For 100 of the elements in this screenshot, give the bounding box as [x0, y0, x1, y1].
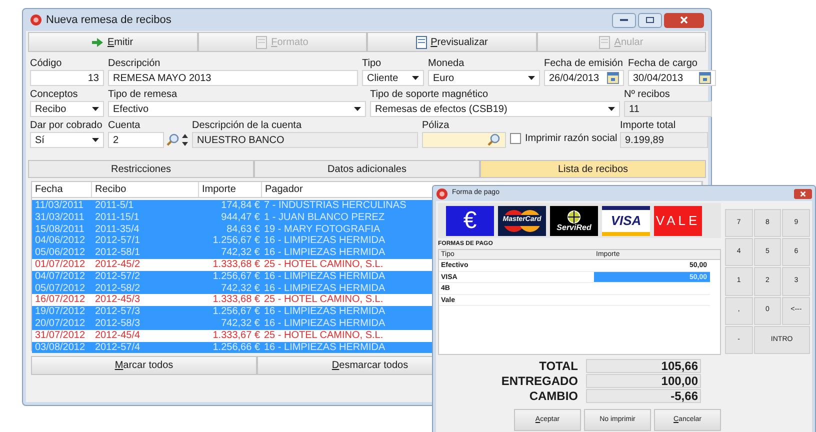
table-cell-text: 16 - LIMPIEZAS HERMIDA: [263, 306, 386, 318]
spin-arrows-icon[interactable]: [182, 133, 188, 147]
total-label: CAMBIO: [528, 388, 579, 405]
field-label: Dar por cobrado: [30, 120, 104, 132]
dropdown-arrow-icon[interactable]: [412, 76, 419, 80]
table-cell-text: 2012-57/3: [94, 306, 142, 318]
field-label: Descripción de la cuenta: [192, 120, 303, 132]
table-cell-text: 2012-45/3: [94, 294, 142, 306]
field-label: Fecha de cargo: [628, 58, 698, 70]
document-icon: [256, 36, 268, 48]
minimize-button[interactable]: [612, 12, 636, 28]
table-cell-text: 05/06/2012: [34, 247, 86, 259]
table-cell-text: 1.333,68 €: [212, 258, 261, 271]
close-icon: [800, 190, 806, 196]
table-cell-text: 16 - LIMPIEZAS HERMIDA: [263, 282, 386, 294]
payment-method-button[interactable]: VALE: [654, 206, 702, 236]
dropdown-field[interactable]: Sí: [30, 132, 104, 148]
total-value: 100,00: [586, 374, 701, 388]
field-label: Fecha de emisión: [544, 58, 624, 70]
close-button[interactable]: [794, 188, 812, 198]
readonly-field: NUESTRO BANCO: [192, 132, 418, 148]
table-cell-text: 7 - INDUSTRIAS HERCULINAS: [263, 200, 408, 212]
table-cell-text: 1 - JUAN BLANCO PEREZ: [263, 212, 386, 224]
column-header[interactable]: Fecha: [32, 182, 92, 197]
checkbox-label: Imprimir razón social: [525, 132, 618, 146]
code-field[interactable]: 13: [30, 70, 104, 86]
calendar-icon[interactable]: [699, 72, 711, 84]
date-field[interactable]: 26/04/2013: [544, 70, 624, 86]
dropdown-arrow-icon[interactable]: [354, 107, 361, 111]
app-icon: [30, 14, 42, 26]
table-cell-text: 16 - LIMPIEZAS HERMIDA: [263, 270, 386, 283]
field-label: Conceptos: [30, 89, 79, 101]
table-cell-text: 16 - LIMPIEZAS HERMIDA: [263, 247, 386, 259]
table-cell-text: 20/07/2012: [34, 318, 86, 330]
table-cell-text: 01/07/2012: [34, 258, 86, 271]
tab[interactable]: Restricciones: [28, 160, 254, 178]
column-header[interactable]: Importe: [199, 182, 262, 197]
field-label: Moneda: [428, 58, 466, 70]
table-cell-text: 04/07/2012: [34, 270, 86, 283]
total-label: ENTREGADO: [500, 373, 579, 390]
text-field[interactable]: REMESA MAYO 2013: [108, 70, 358, 86]
table-cell-text: 2012-58/1: [94, 247, 142, 259]
policy-field[interactable]: [422, 132, 506, 148]
table-cell-text: 742,32 €: [220, 247, 261, 259]
dropdown-arrow-icon[interactable]: [92, 107, 99, 111]
search-icon[interactable]: [487, 133, 501, 147]
dropdown-arrow-icon[interactable]: [92, 138, 99, 142]
tab[interactable]: Datos adicionales: [254, 160, 480, 178]
dropdown-arrow-icon[interactable]: [528, 76, 535, 80]
table-cell-text: 15/08/2011: [34, 224, 86, 236]
table-cell-text: 25 - HOTEL CAMINO, S.L.: [263, 330, 384, 342]
dropdown-field[interactable]: Remesas de efectos (CSB19): [370, 101, 620, 117]
column-header[interactable]: Recibo: [92, 182, 199, 197]
account-field[interactable]: 2: [108, 132, 164, 148]
dropdown-arrow-icon[interactable]: [608, 107, 615, 111]
readonly-field: 11: [624, 101, 712, 117]
dropdown-field[interactable]: Efectivo: [108, 101, 366, 117]
table-cell-text: 2011-5/1: [94, 200, 135, 212]
payment-method-button[interactable]: VISA: [602, 206, 650, 236]
table-cell-text: 19 - MARY FOTOGRAFIA: [263, 224, 382, 236]
field-label: Póliza: [422, 120, 450, 132]
calendar-icon[interactable]: [607, 72, 619, 84]
table-cell-text: 19/07/2012: [34, 306, 86, 318]
payment-method-button[interactable]: ServiRed: [550, 206, 598, 236]
table-cell-text: 174,84 €: [220, 200, 261, 212]
dropdown-field[interactable]: Recibo: [30, 101, 104, 117]
field-label: Código: [30, 58, 63, 70]
table-cell-text: 2012-57/2: [94, 270, 142, 283]
table-cell-text: 03/08/2012: [34, 342, 86, 354]
tab[interactable]: Lista de recibos: [480, 160, 706, 178]
toolbar-button[interactable]: Previsualizar: [367, 32, 536, 52]
table-cell-text: 25 - HOTEL CAMINO, S.L.: [263, 258, 384, 271]
table-cell-text: 11/03/2011: [34, 200, 85, 212]
close-button[interactable]: [664, 12, 704, 28]
table-cell-text: 2012-45/4: [94, 330, 142, 342]
table-cell-text: 31/03/2011: [34, 212, 86, 224]
table-cell-text: 16 - LIMPIEZAS HERMIDA: [263, 342, 386, 354]
dropdown-field[interactable]: Euro: [428, 70, 540, 86]
table-cell-text: 16 - LIMPIEZAS HERMIDA: [263, 318, 386, 330]
table-cell-text: 31/07/2012: [34, 330, 86, 342]
payment-method-button[interactable]: €: [446, 206, 494, 236]
document-icon: [599, 36, 610, 48]
table-cell-text: 25 - HOTEL CAMINO, S.L.: [263, 294, 384, 306]
toolbar-button[interactable]: Emitir: [28, 32, 198, 52]
table-cell-text: 1.256,67 €: [212, 306, 261, 318]
table-cell-text: 2012-57/1: [94, 235, 142, 248]
table-cell-text: 84,63 €: [226, 224, 261, 236]
maximize-button[interactable]: [638, 12, 662, 28]
table-cell-text: 742,32 €: [220, 318, 261, 330]
table-cell-text: 1.256,66 €: [212, 342, 261, 354]
table-cell-text: 2011-35/4: [94, 224, 140, 236]
dropdown-field[interactable]: Cliente: [362, 70, 424, 86]
list-button[interactable]: Marcar todos: [31, 356, 257, 375]
table-cell-text: 1.256,67 €: [212, 235, 261, 248]
field-label: Descripción: [108, 58, 162, 70]
table-cell-text: 16/07/2012: [34, 294, 86, 306]
checkbox[interactable]: [510, 133, 521, 144]
table-cell-text: 1.256,67 €: [212, 270, 261, 283]
date-field[interactable]: 30/04/2013: [628, 70, 716, 86]
close-icon: [680, 16, 688, 24]
